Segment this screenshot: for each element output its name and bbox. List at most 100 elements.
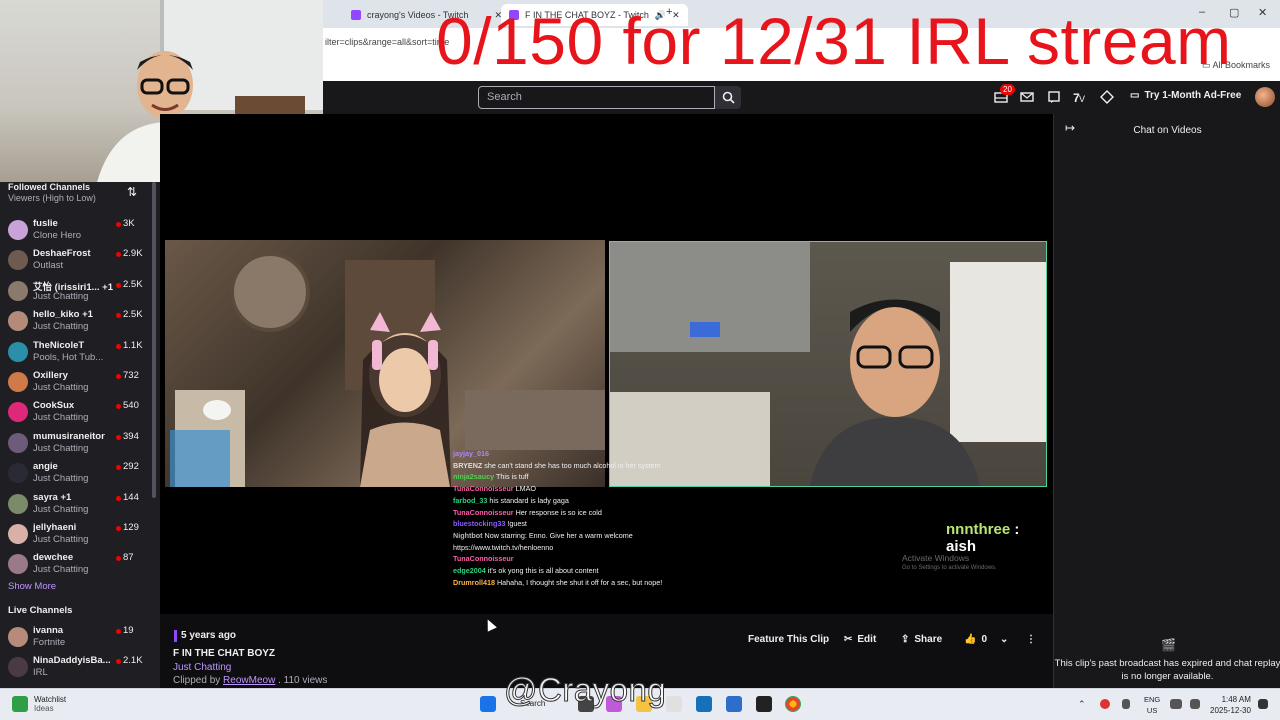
channel-name: sayra +1 [33,491,72,503]
show-more-link[interactable]: Show More [8,581,56,592]
chat-username[interactable]: TunaConnoisseur [453,554,514,563]
video-player[interactable]: jayjay_016 BRYENZ she can't stand she ha… [160,114,1053,614]
app-icon[interactable] [666,696,682,712]
sort-icon[interactable]: ⇅ [127,185,137,199]
chat-username[interactable]: Drumroll418 [453,578,495,587]
channel-avatar [8,311,28,332]
search-icon [722,91,735,104]
chat-username[interactable]: BRYENZ [453,461,482,470]
channel-row[interactable]: TheNicoleT Pools, Hot Tub... 1.1K [0,338,150,368]
chat-line: BRYENZ she can't stand she has too much … [453,460,683,472]
channel-name: ivanna [33,625,64,636]
more-options-button[interactable]: ⋮ [1026,628,1036,650]
clipper-link[interactable]: ReowMeow [223,675,275,686]
viewer-count: 2.1K [123,655,143,667]
share-label: Share [914,633,943,645]
live-dot-icon [116,282,121,288]
channel-game: Just Chatting [33,442,89,454]
search-button[interactable] [715,86,741,109]
thumbs-up-icon: 👍 [964,633,977,645]
live-channels-header: Live Channels [8,605,73,616]
chat-username[interactable]: ninja2saucy [453,472,494,481]
edit-button[interactable]: ✂ Edit [844,628,876,650]
channel-row[interactable]: angie Just Chatting 292 [0,459,150,489]
chat-line: TunaConnoisseur LMAO [453,483,683,495]
channel-row[interactable]: Oxillery Just Chatting 732 [0,368,150,398]
notification-icon[interactable] [1258,699,1268,709]
chat-line: TunaConnoisseur [453,553,683,565]
language-label: ENG [1144,695,1161,704]
feature-clip-button[interactable]: Feature This Clip [748,628,829,650]
channel-row[interactable]: dewchee Just Chatting 87 [0,550,150,580]
chat-username[interactable]: jayjay_016 [453,449,489,458]
turbo-icon[interactable]: 7V [1073,90,1087,104]
channel-game: Just Chatting [33,473,89,485]
channel-row[interactable]: NinaDaddyisBa... IRL 2.1K [0,653,150,683]
chat-line: Nightbot Now starring: Enno. Give her a … [453,530,683,553]
clip-title: F IN THE CHAT BOYZ [173,648,276,659]
store-icon[interactable] [696,696,712,712]
accent-bar [174,630,177,642]
viewer-count: 87 [123,552,134,564]
language-indicator[interactable]: ENG US [1144,694,1160,716]
live-dot-icon [116,222,121,227]
chat-line: bluestocking33 !guest [453,518,683,530]
mail-icon[interactable] [1020,90,1034,104]
chevron-up-icon[interactable]: ⌃ [1078,699,1088,709]
channel-row[interactable]: mumusiraneitor Just Chatting 394 [0,429,150,459]
chat-text: Hahaha, I thought she shut it off for a … [496,577,663,587]
microphone-icon[interactable] [1122,699,1130,709]
chat-username[interactable]: bluestocking33 [453,519,505,528]
channel-game: Just Chatting [33,534,89,545]
like-count: 0 [981,633,988,645]
viewer-count: 3K [123,218,135,229]
category-link[interactable]: Just Chatting [173,662,231,673]
start-icon[interactable] [480,696,496,712]
chrome-icon[interactable] [785,696,801,712]
chat-line: Drumroll418 Hahaha, I thought she shut i… [453,577,683,589]
channel-avatar [8,627,28,647]
close-window-icon[interactable]: ✕ [1258,6,1267,19]
watchlist-icon[interactable] [12,696,28,712]
chat-username[interactable]: Nightbot [453,531,483,540]
channel-row[interactable]: jellyhaeni Just Chatting 129 [0,520,150,550]
live-dot-icon [116,374,121,379]
sidebar-scrollbar[interactable] [152,182,156,498]
twitch-top-nav: Search 20 7V ▭ Try 1-Month Ad-Free [323,81,1280,114]
clipped-by-prefix: Clipped by [173,675,221,686]
outlook-icon[interactable] [726,696,742,712]
edit-label: Edit [857,633,877,645]
share-button[interactable]: ⇪ Share [901,628,942,650]
ad-free-button[interactable]: ▭ Try 1-Month Ad-Free [1130,90,1241,101]
chat-username[interactable]: edge2004 [453,566,486,575]
search-input[interactable]: Search [478,86,715,109]
channel-row[interactable]: hello_kiko +1 Just Chatting 2.5K [0,307,150,337]
chat-username[interactable]: TunaConnoisseur [453,484,514,493]
channel-row[interactable]: ivanna Fortnite 19 [0,623,150,653]
channel-row[interactable]: DeshaeFrost Outlast 2.9K [0,246,150,276]
channel-name: mumusiraneitor [33,430,105,442]
channel-row[interactable]: CookSux Just Chatting 540 [0,398,150,428]
channel-row[interactable]: fuslie Clone Hero 3K [0,216,150,246]
channel-row[interactable]: 艾怡 (irissiri1... +1 Just Chatting 2.5K [0,277,150,307]
whisper-icon[interactable] [1047,90,1061,104]
channel-row[interactable]: sayra +1 Just Chatting 144 [0,490,150,520]
security-icon[interactable] [1100,699,1110,709]
main-content: jayjay_016 BRYENZ she can't stand she ha… [160,114,1053,688]
like-button[interactable]: 👍 0 [964,628,987,650]
system-clock[interactable]: 1:48 AM 2025-12-30 [1210,694,1251,716]
user-avatar[interactable] [1255,87,1275,107]
wifi-icon[interactable] [1170,699,1182,709]
volume-icon[interactable] [1190,699,1200,709]
chat-username[interactable]: TunaConnoisseur [453,508,514,517]
app-icon[interactable] [756,696,772,712]
prime-crown-icon[interactable] [1100,90,1114,104]
channel-game: Clone Hero [33,230,82,241]
chat-username[interactable]: farbod_33 [453,496,487,505]
watchlist-widget[interactable]: Watchlist Ideas [34,695,66,713]
clock-date: 2025-12-30 [1210,706,1251,715]
channel-game: Pools, Hot Tub... [33,351,104,363]
viewer-count: 2.9K [123,248,143,260]
clapperboard-icon: 🎬 [1161,638,1176,652]
dislike-dropdown[interactable]: ⌄ [1000,628,1008,650]
